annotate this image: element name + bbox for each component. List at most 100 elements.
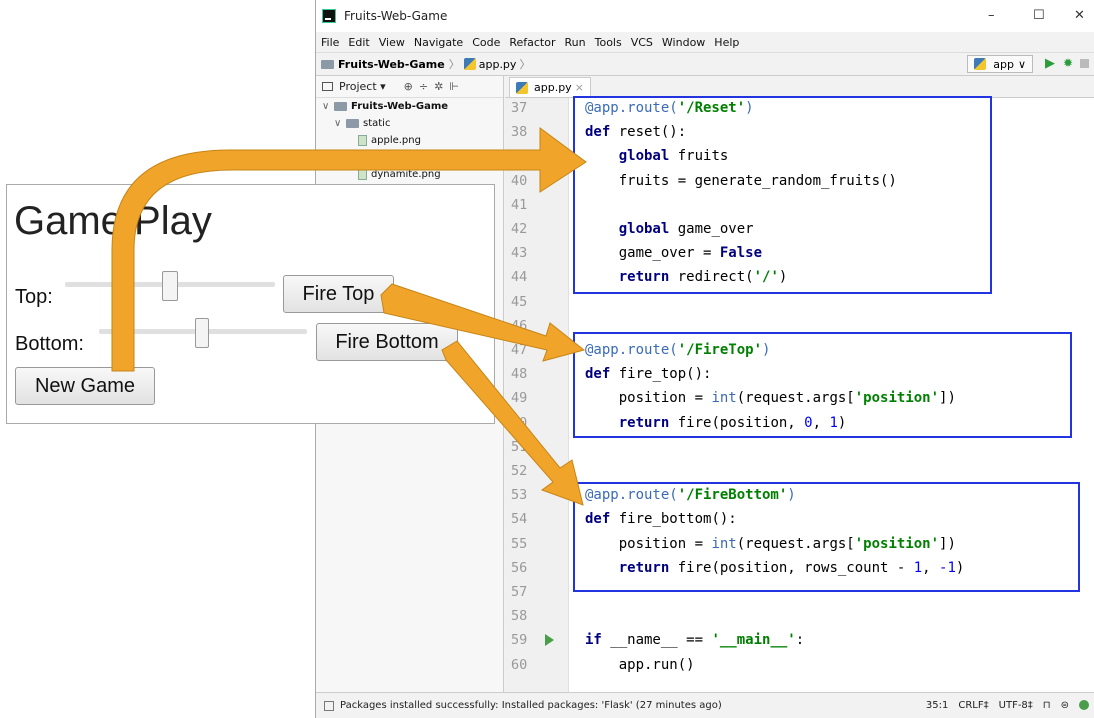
line-number: 57 <box>511 584 528 600</box>
line-number: 37 <box>511 100 528 116</box>
chevron-down-icon[interactable]: ∨ <box>322 101 334 112</box>
tree-item-label: static <box>363 118 391 129</box>
tab-app-py[interactable]: app.py × <box>509 77 591 97</box>
close-button[interactable]: ✕ <box>1074 8 1085 23</box>
line-number: 48 <box>511 366 528 383</box>
tree-item-static[interactable]: ∨ static <box>316 115 503 132</box>
line-number: 56 <box>511 559 528 576</box>
code-line[interactable]: app.run() <box>585 657 695 673</box>
menu-item-vcs[interactable]: VCS <box>631 36 653 49</box>
chevron-down-icon: ∨ <box>1017 57 1026 71</box>
python-file-icon <box>463 58 476 70</box>
project-view-icon <box>322 82 333 91</box>
project-view-selector[interactable]: Project ▾ <box>339 80 386 93</box>
pycharm-app-icon <box>322 9 336 23</box>
menu-item-help[interactable]: Help <box>714 36 739 49</box>
firetop-route-highlight-box <box>573 332 1072 438</box>
line-number: 53 <box>511 487 528 504</box>
line-number: 59 <box>511 632 528 649</box>
inspector-icon[interactable]: ⊜ <box>1061 700 1069 711</box>
menu-item-refactor[interactable]: Refactor <box>509 36 555 49</box>
new-game-button[interactable]: New Game <box>15 367 155 405</box>
line-number: 46 <box>511 317 528 334</box>
file-encoding[interactable]: UTF-8‡ <box>999 700 1033 711</box>
python-file-icon <box>516 81 528 94</box>
line-gutter: 37 38 39 40 41 42 43 44 45 46 47 48 49 50 51 52 53 54 55 56… <box>505 98 569 692</box>
title-bar: Fruits-Web-Game – ☐ ✕ <box>316 0 1094 32</box>
event-log-icon[interactable] <box>1079 700 1089 710</box>
close-tab-icon[interactable]: × <box>575 81 584 94</box>
menu-item-navigate[interactable]: Navigate <box>414 36 463 49</box>
menu-item-run[interactable]: Run <box>565 36 586 49</box>
tab-label: app.py <box>534 81 572 94</box>
line-number: 39 <box>511 148 528 165</box>
code-editor[interactable]: app.py × 37 38 39 40 41 42 43 44 45 46 47 48 49 50 51 5… <box>505 76 1094 692</box>
line-number: 51 <box>511 438 528 455</box>
breadcrumb-file[interactable]: app.py <box>479 58 517 71</box>
python-config-icon <box>974 58 987 70</box>
tree-item-fruits-web-game[interactable]: ∨ Fruits-Web-Game <box>316 98 503 115</box>
line-number: 44 <box>511 269 528 286</box>
tree-item-apple-png[interactable]: apple.png <box>316 132 503 149</box>
reset-route-highlight-box <box>573 96 992 294</box>
line-number: 52 <box>511 463 528 479</box>
stop-icon[interactable] <box>1080 59 1089 68</box>
project-pane-header: Project ▾ ⊕ ÷ ✲ ⊩ <box>316 76 503 98</box>
tree-item-label: apple.png <box>371 135 421 146</box>
breadcrumb-project[interactable]: Fruits-Web-Game <box>338 58 445 71</box>
line-number: 41 <box>511 196 528 213</box>
folder-icon <box>334 102 347 111</box>
menu-item-file[interactable]: File <box>321 36 339 49</box>
top-slider-label: Top: <box>15 286 53 308</box>
debug-icon[interactable]: ✹ <box>1063 56 1073 70</box>
line-number: 40 <box>511 172 528 189</box>
breadcrumb-separator: 〉 <box>448 58 460 71</box>
bottom-slider-label: Bottom: <box>15 333 84 355</box>
project-tree: ∨ Fruits-Web-Game ∨ static apple.png dynamite… <box>316 98 503 183</box>
tool-window-toggle-icon[interactable] <box>324 700 334 711</box>
line-number: 49 <box>511 390 528 407</box>
fire-top-button[interactable]: Fire Top <box>283 275 394 313</box>
bottom-slider-thumb[interactable] <box>195 318 209 348</box>
line-number: 55 <box>511 535 528 552</box>
code-line[interactable]: if __name__ == '__main__': <box>585 632 804 648</box>
menu-bar: File Edit View Navigate Code Refactor Run Tools… <box>316 32 1094 52</box>
run-icon[interactable]: ▶ <box>1045 56 1055 71</box>
minimize-button[interactable]: – <box>988 8 995 23</box>
settings-gear-icon[interactable]: ✲ <box>434 80 443 93</box>
chevron-down-icon[interactable]: ∨ <box>334 118 346 129</box>
menu-item-edit[interactable]: Edit <box>348 36 369 49</box>
folder-icon <box>346 119 359 128</box>
collapse-icon[interactable]: ÷ <box>419 80 428 93</box>
tree-item-label: Fruits-Web-Game <box>351 101 449 112</box>
fire-bottom-button[interactable]: Fire Bottom <box>316 323 458 361</box>
menu-item-code[interactable]: Code <box>472 36 500 49</box>
navigation-bar: Fruits-Web-Game 〉 app.py 〉 app ∨ ▶ ✹ <box>316 52 1094 76</box>
menu-item-view[interactable]: View <box>379 36 405 49</box>
caret-position[interactable]: 35:1 <box>926 700 948 711</box>
line-number: 58 <box>511 608 528 625</box>
tree-item-label: dynamite.png <box>371 169 441 180</box>
line-number: 43 <box>511 245 528 262</box>
top-slider-thumb[interactable] <box>162 271 178 301</box>
game-play-panel: Game Play Top: Fire Top Bottom: Fire Bot… <box>6 184 495 424</box>
status-message[interactable]: Packages installed successfully: Install… <box>340 700 722 711</box>
status-bar: Packages installed successfully: Install… <box>316 692 1094 718</box>
hide-pane-icon[interactable]: ⊩ <box>449 80 459 93</box>
menu-item-tools[interactable]: Tools <box>595 36 622 49</box>
maximize-button[interactable]: ☐ <box>1033 8 1045 23</box>
tree-item-dynamite-png[interactable]: dynamite.png <box>316 166 503 183</box>
line-number: 45 <box>511 293 528 310</box>
window-title: Fruits-Web-Game <box>344 9 448 23</box>
line-number: 54 <box>511 511 528 528</box>
breadcrumb-separator-end: 〉 <box>519 58 531 71</box>
line-number: 42 <box>511 221 528 237</box>
lock-icon[interactable]: ⊓ <box>1043 700 1051 711</box>
run-config-dropdown[interactable]: app ∨ <box>967 55 1033 73</box>
sync-icon[interactable]: ⊕ <box>404 80 413 93</box>
line-separator[interactable]: CRLF‡ <box>958 700 988 711</box>
firebottom-route-highlight-box <box>573 482 1080 592</box>
run-gutter-icon[interactable] <box>545 634 554 647</box>
run-config-name: app <box>993 57 1014 71</box>
menu-item-window[interactable]: Window <box>662 36 705 49</box>
